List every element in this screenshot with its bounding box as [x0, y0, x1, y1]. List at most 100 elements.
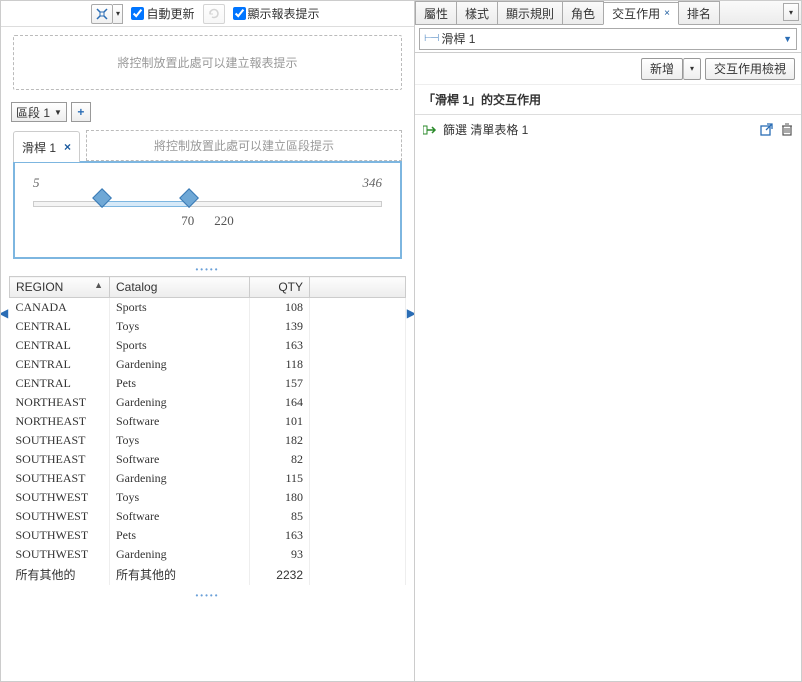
scroll-left-icon[interactable]: ◀: [1, 306, 8, 320]
cell-qty: 164: [250, 393, 310, 412]
cell-catalog: Software: [110, 450, 250, 469]
cell-catalog: Gardening: [110, 469, 250, 488]
cell-qty: 108: [250, 298, 310, 318]
cell-region: CENTRAL: [10, 374, 110, 393]
show-report-hint-checkbox[interactable]: 顯示報表提示: [233, 5, 320, 22]
cell-qty: 118: [250, 355, 310, 374]
new-dropdown[interactable]: ▾: [683, 58, 701, 80]
cell-region: CENTRAL: [10, 317, 110, 336]
cell-qty: 163: [250, 526, 310, 545]
table-row[interactable]: 所有其他的所有其他的2232: [10, 564, 406, 585]
tab-interaction[interactable]: 交互作用×: [603, 2, 679, 25]
cell-qty: 82: [250, 450, 310, 469]
col-catalog[interactable]: Catalog: [110, 277, 250, 298]
cell-catalog: Pets: [110, 526, 250, 545]
data-table: REGION▲ Catalog QTY CANADASports108CENTR…: [9, 276, 406, 585]
table-row[interactable]: SOUTHEASTToys182: [10, 431, 406, 450]
table-row[interactable]: CENTRALPets157: [10, 374, 406, 393]
filter-arrow-icon: [423, 124, 437, 136]
trash-icon[interactable]: [781, 123, 793, 136]
table-row[interactable]: CENTRALGardening118: [10, 355, 406, 374]
col-qty[interactable]: QTY: [250, 277, 310, 298]
cell-qty: 115: [250, 469, 310, 488]
cell-catalog: Pets: [110, 374, 250, 393]
slider-control[interactable]: 5 346 70 220: [13, 161, 402, 259]
interaction-item[interactable]: 篩選 清單表格 1: [415, 115, 801, 144]
actions-bar: 新增 ▾ 交互作用檢視: [415, 53, 801, 85]
tab-display-rule[interactable]: 顯示規則: [497, 1, 563, 24]
cell-qty: 163: [250, 336, 310, 355]
object-selector[interactable]: ⊢⊣ 滑桿 1 ▼: [419, 28, 797, 50]
resize-handle-h2[interactable]: •••••: [9, 591, 406, 600]
interactions-title: 「滑桿 1」的交互作用: [415, 85, 801, 115]
cell-catalog: Toys: [110, 488, 250, 507]
tab-role[interactable]: 角色: [562, 1, 604, 24]
add-section-button[interactable]: +: [71, 102, 91, 122]
cell-region: SOUTHEAST: [10, 450, 110, 469]
tab-attributes[interactable]: 屬性: [415, 1, 457, 24]
cell-region: CENTRAL: [10, 336, 110, 355]
cell-catalog: Gardening: [110, 355, 250, 374]
slider-min: 5: [33, 175, 40, 191]
tab-style[interactable]: 樣式: [456, 1, 498, 24]
table-row[interactable]: CANADASports108: [10, 298, 406, 318]
cell-catalog: 所有其他的: [110, 564, 250, 585]
cell-catalog: Sports: [110, 298, 250, 318]
cell-region: CANADA: [10, 298, 110, 318]
table-row[interactable]: SOUTHEASTSoftware82: [10, 450, 406, 469]
table-row[interactable]: SOUTHWESTGardening93: [10, 545, 406, 564]
report-hint-dropzone[interactable]: 將控制放置此處可以建立報表提示: [13, 35, 402, 90]
left-toolbar: ▾ 自動更新 顯示報表提示: [1, 1, 414, 27]
interaction-view-button[interactable]: 交互作用檢視: [705, 58, 795, 80]
close-icon[interactable]: ×: [64, 140, 71, 154]
cell-catalog: Toys: [110, 317, 250, 336]
cell-qty: 180: [250, 488, 310, 507]
cell-qty: 2232: [250, 564, 310, 585]
table-row[interactable]: SOUTHEASTGardening115: [10, 469, 406, 488]
slider-icon: ⊢⊣: [424, 33, 437, 44]
table-row[interactable]: NORTHEASTSoftware101: [10, 412, 406, 431]
auto-refresh-checkbox[interactable]: 自動更新: [131, 5, 194, 22]
cell-qty: 85: [250, 507, 310, 526]
cell-region: SOUTHEAST: [10, 431, 110, 450]
cell-region: SOUTHEAST: [10, 469, 110, 488]
table-row[interactable]: CENTRALSports163: [10, 336, 406, 355]
tabs-overflow-dropdown[interactable]: ▾: [783, 3, 799, 21]
scroll-right-icon[interactable]: ▶: [407, 306, 414, 320]
cell-region: SOUTHWEST: [10, 545, 110, 564]
slider-track[interactable]: [33, 201, 382, 207]
slider-tab[interactable]: 滑桿 1 ×: [13, 131, 80, 162]
table-row[interactable]: SOUTHWESTToys180: [10, 488, 406, 507]
table-row[interactable]: NORTHEASTGardening164: [10, 393, 406, 412]
cell-qty: 139: [250, 317, 310, 336]
cell-catalog: Sports: [110, 336, 250, 355]
cell-region: NORTHEAST: [10, 412, 110, 431]
cell-qty: 182: [250, 431, 310, 450]
cell-catalog: Gardening: [110, 393, 250, 412]
table-row[interactable]: CENTRALToys139: [10, 317, 406, 336]
cell-region: 所有其他的: [10, 564, 110, 585]
cell-catalog: Software: [110, 412, 250, 431]
col-region[interactable]: REGION▲: [10, 277, 110, 298]
popout-icon[interactable]: [760, 123, 773, 136]
cell-qty: 157: [250, 374, 310, 393]
section-dropdown[interactable]: 區段 1 ▼: [11, 102, 67, 122]
cell-catalog: Gardening: [110, 545, 250, 564]
col-spacer: [310, 277, 406, 298]
tab-rank[interactable]: 排名: [678, 1, 720, 24]
expand-dropdown[interactable]: ▾: [113, 4, 123, 24]
right-toolbar: ⊢⊣ 滑桿 1 ▼: [415, 25, 801, 53]
cell-catalog: Software: [110, 507, 250, 526]
cell-region: SOUTHWEST: [10, 526, 110, 545]
section-hint-dropzone[interactable]: 將控制放置此處可以建立區段提示: [86, 130, 402, 161]
table-row[interactable]: SOUTHWESTSoftware85: [10, 507, 406, 526]
cell-region: SOUTHWEST: [10, 488, 110, 507]
new-button[interactable]: 新增: [641, 58, 683, 80]
close-icon[interactable]: ×: [664, 8, 670, 19]
resize-handle-h[interactable]: •••••: [1, 265, 414, 274]
cell-region: NORTHEAST: [10, 393, 110, 412]
cell-catalog: Toys: [110, 431, 250, 450]
cell-region: CENTRAL: [10, 355, 110, 374]
table-row[interactable]: SOUTHWESTPets163: [10, 526, 406, 545]
expand-icon[interactable]: [91, 4, 113, 24]
